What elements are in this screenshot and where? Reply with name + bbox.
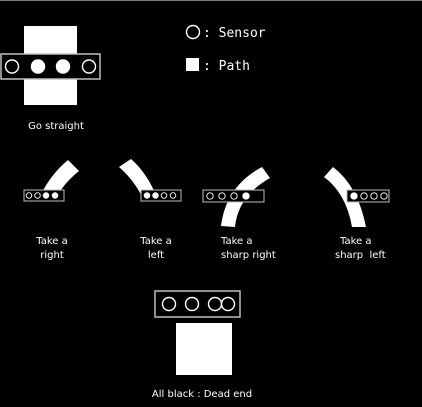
- case-sharp-left: Take a sharp left: [324, 167, 390, 261]
- legend: : Sensor : Path: [185, 24, 266, 74]
- diagram-svg: : Sensor : Path Go straight Take a right…: [0, 24, 390, 400]
- legend-path-icon: [186, 58, 199, 71]
- case-dead-end: All black : Dead end: [152, 290, 252, 400]
- caption-sharp-right-line2: sharp right: [221, 250, 276, 261]
- sensor-bar: [202, 189, 265, 203]
- case-take-left: Take a left: [119, 159, 182, 261]
- case-sharp-right: Take a sharp right: [202, 167, 276, 261]
- caption-take-left-line2: left: [148, 250, 164, 261]
- sensor-2-on: [152, 192, 159, 199]
- caption-sharp-right-line1: Take a: [220, 236, 252, 247]
- sensor-bar: [154, 290, 241, 318]
- sensor-1-on: [143, 192, 151, 199]
- case-go-straight: Go straight: [0, 26, 101, 132]
- line-follower-diagram: : Sensor : Path Go straight Take a right…: [0, 0, 422, 407]
- caption-sharp-left-line2: sharp left: [335, 250, 386, 261]
- caption-go-straight: Go straight: [28, 121, 84, 132]
- legend-sensor-label: : Sensor: [203, 26, 266, 41]
- caption-take-left-line1: Take a: [139, 236, 171, 247]
- sensor-bar: [0, 53, 101, 80]
- legend-path-label: : Path: [203, 59, 250, 74]
- sensor-4-on: [51, 192, 59, 199]
- caption-dead-end: All black : Dead end: [152, 389, 252, 400]
- case-take-right: Take a right: [23, 160, 79, 261]
- sensor-4-on: [242, 192, 250, 200]
- dead-end-path: [176, 323, 232, 375]
- sensor-3-on: [55, 59, 71, 74]
- sensor-1-on: [350, 192, 358, 200]
- caption-take-right-line1: Take a: [35, 236, 67, 247]
- caption-sharp-left-line1: Take a: [339, 236, 371, 247]
- sensor-2-on: [30, 59, 46, 74]
- caption-take-right-line2: right: [40, 250, 64, 261]
- legend-sensor-icon: [185, 24, 201, 40]
- sensor-3-on: [42, 192, 50, 199]
